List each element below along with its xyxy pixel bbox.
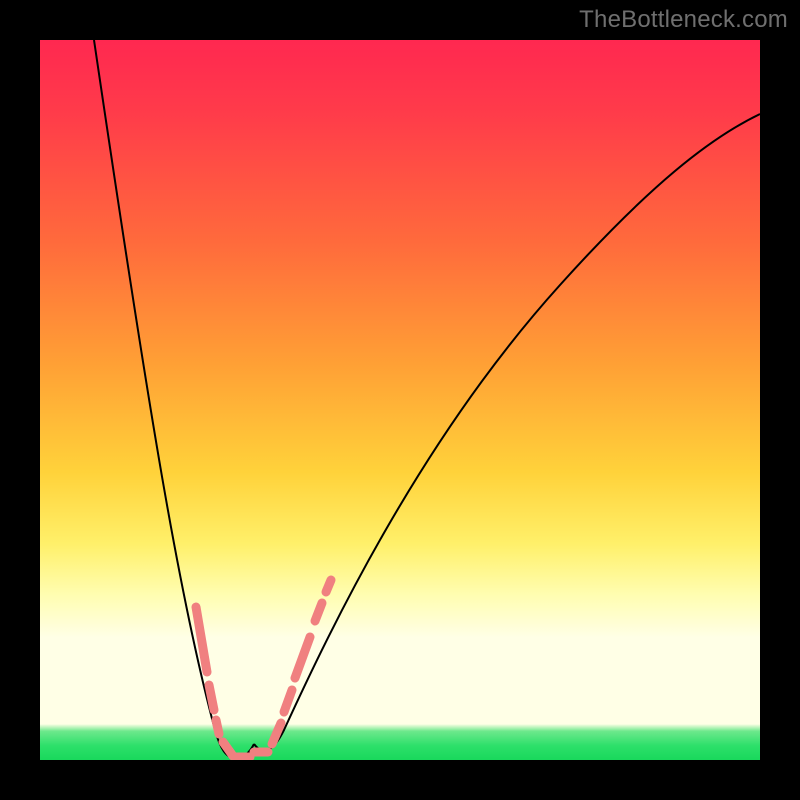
watermark-text: TheBottleneck.com bbox=[579, 6, 788, 34]
chart-frame: TheBottleneck.com bbox=[0, 0, 800, 800]
heatmap-gradient-background bbox=[40, 40, 760, 760]
